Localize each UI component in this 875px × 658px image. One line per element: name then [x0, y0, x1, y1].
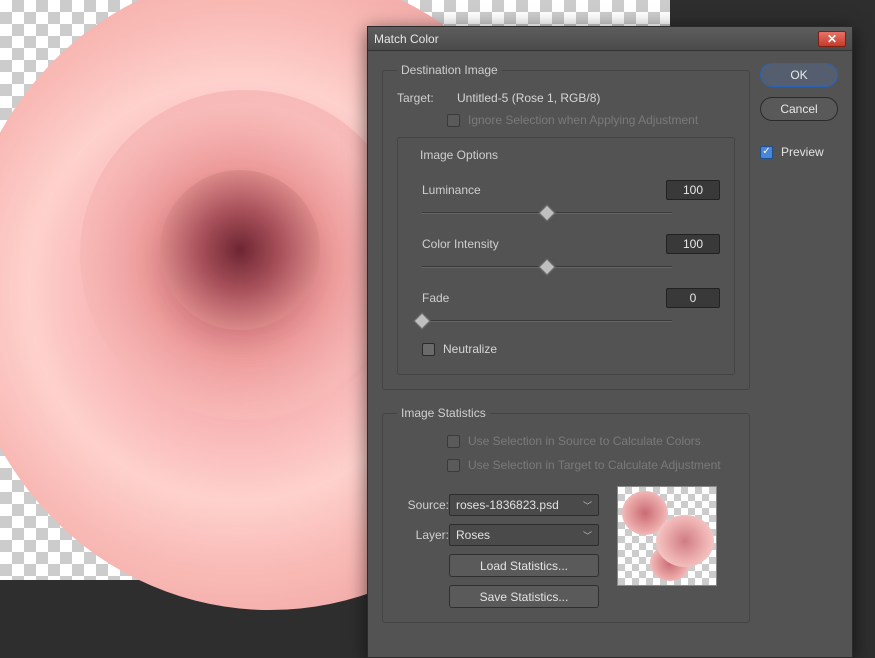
close-icon: ✕: [827, 33, 837, 45]
use-source-selection-checkbox: [447, 435, 460, 448]
target-value: Untitled-5 (Rose 1, RGB/8): [457, 91, 600, 105]
layer-label: Layer:: [397, 528, 449, 542]
source-label: Source:: [397, 498, 449, 512]
destination-image-group: Destination Image Target: Untitled-5 (Ro…: [382, 63, 750, 390]
image-statistics-legend: Image Statistics: [397, 406, 490, 420]
layer-select[interactable]: Roses ﹀: [449, 524, 599, 546]
luminance-slider[interactable]: [422, 206, 672, 220]
use-target-selection-checkbox: [447, 459, 460, 472]
ignore-selection-label: Ignore Selection when Applying Adjustmen…: [468, 113, 698, 127]
source-preview-thumbnail: [617, 486, 717, 586]
color-intensity-input[interactable]: 100: [666, 234, 720, 254]
match-color-dialog: Match Color ✕ Destination Image Target: …: [367, 26, 853, 658]
source-select-value: roses-1836823.psd: [456, 498, 559, 512]
image-statistics-group: Image Statistics Use Selection in Source…: [382, 406, 750, 623]
ignore-selection-checkbox: [447, 114, 460, 127]
dialog-titlebar[interactable]: Match Color ✕: [368, 27, 852, 51]
luminance-input[interactable]: 100: [666, 180, 720, 200]
preview-label: Preview: [781, 145, 824, 159]
save-statistics-button[interactable]: Save Statistics...: [449, 585, 599, 608]
luminance-label: Luminance: [412, 183, 552, 197]
target-label: Target:: [397, 91, 449, 105]
source-select[interactable]: roses-1836823.psd ﹀: [449, 494, 599, 516]
fade-input[interactable]: 0: [666, 288, 720, 308]
fade-slider[interactable]: [422, 314, 672, 328]
image-options-group: Image Options Luminance 100 Color Intens…: [397, 137, 735, 375]
dialog-title: Match Color: [374, 32, 818, 46]
chevron-down-icon: ﹀: [583, 529, 592, 542]
use-target-selection-label: Use Selection in Target to Calculate Adj…: [468, 458, 721, 472]
chevron-down-icon: ﹀: [583, 499, 592, 512]
use-source-selection-label: Use Selection in Source to Calculate Col…: [468, 434, 701, 448]
image-options-legend: Image Options: [416, 148, 502, 162]
preview-checkbox[interactable]: [760, 146, 773, 159]
ok-button[interactable]: OK: [760, 63, 838, 87]
load-statistics-button[interactable]: Load Statistics...: [449, 554, 599, 577]
close-button[interactable]: ✕: [818, 31, 846, 47]
destination-legend: Destination Image: [397, 63, 502, 77]
cancel-button[interactable]: Cancel: [760, 97, 838, 121]
neutralize-checkbox[interactable]: [422, 343, 435, 356]
color-intensity-slider[interactable]: [422, 260, 672, 274]
layer-select-value: Roses: [456, 528, 490, 542]
color-intensity-label: Color Intensity: [412, 237, 552, 251]
fade-label: Fade: [412, 291, 552, 305]
neutralize-label: Neutralize: [443, 342, 497, 356]
